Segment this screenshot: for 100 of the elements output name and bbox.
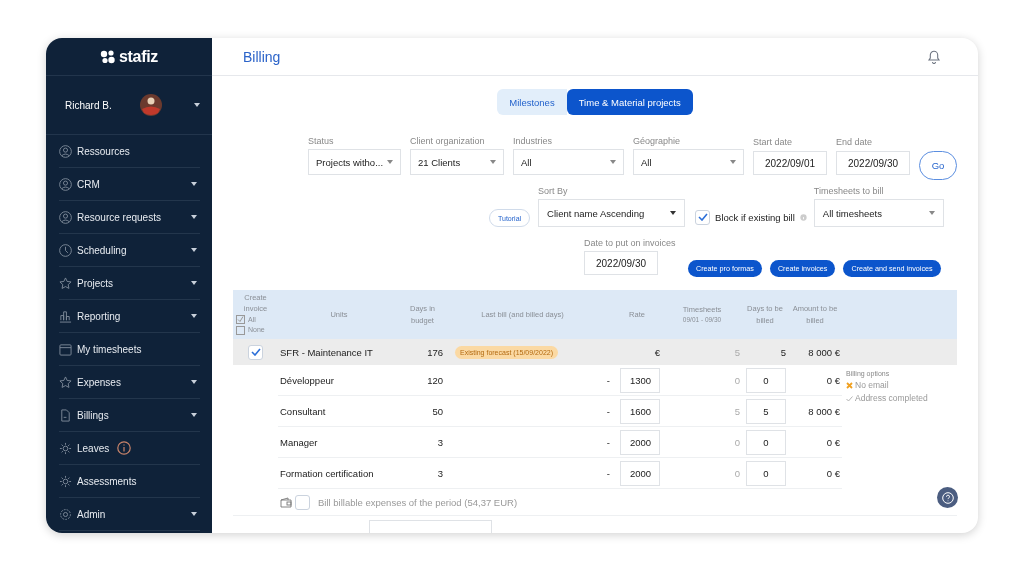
doc-icon	[59, 408, 72, 422]
rate-field[interactable]: 1600	[620, 398, 660, 424]
table-cell: 5	[662, 396, 742, 427]
dropdown[interactable]: Projects witho...	[308, 149, 401, 175]
nav-item[interactable]: Ressources	[59, 135, 200, 168]
select-none-icon[interactable]	[236, 325, 245, 335]
field-label: Industries	[513, 136, 554, 146]
nav-item[interactable]: Scheduling	[59, 234, 200, 267]
field-label: Date to put on invoices	[584, 238, 677, 248]
nav-label: Resource requests	[77, 211, 161, 223]
project-name: SFR - Maintenance IT	[279, 345, 374, 360]
checkbox[interactable]	[695, 209, 711, 225]
field-label: Timesheets to bill	[813, 186, 885, 196]
brand-name: stafiz	[118, 47, 159, 66]
table-cell: -	[600, 458, 612, 489]
caret-icon	[191, 512, 197, 516]
table-cell: Manager	[278, 427, 400, 458]
days-field[interactable]: 0	[746, 367, 786, 393]
nav-item[interactable]: Admin	[59, 498, 200, 531]
nav-item[interactable]: Leaves	[59, 432, 200, 465]
checkbox-label: Block if existing bill	[715, 211, 795, 223]
table-cell: 0 €	[788, 458, 842, 489]
date-field[interactable]: 2022/09/01	[753, 151, 827, 175]
caret-icon	[730, 160, 736, 164]
nav-label: Expenses	[77, 376, 121, 388]
nav-item[interactable]: Projects	[59, 267, 200, 300]
clock-icon	[59, 243, 72, 257]
info-icon	[799, 213, 807, 221]
nav-item[interactable]: Billings	[59, 399, 200, 432]
table-cell-text: €	[653, 345, 661, 360]
caret-icon	[191, 182, 197, 186]
caret-icon	[191, 314, 197, 318]
select-all-icon[interactable]	[236, 315, 245, 325]
user-menu[interactable]: Richard B.	[46, 76, 212, 135]
nav-label: Assessments	[77, 475, 137, 487]
caret-icon	[191, 380, 197, 384]
dropdown[interactable]: All	[513, 149, 624, 175]
bell-icon[interactable]	[927, 49, 941, 64]
dropdown[interactable]: Client name Ascending	[538, 199, 686, 227]
nav-label: Admin	[77, 508, 106, 520]
table-cell: -	[600, 396, 612, 427]
field-label: End date	[836, 137, 874, 147]
checkbox[interactable]	[295, 494, 310, 510]
field-label: Client organization	[410, 136, 486, 146]
calendar-icon	[59, 342, 72, 356]
days-field[interactable]: 0	[746, 460, 786, 486]
table-cell-text: 8 000 €	[807, 345, 841, 360]
option-label: Address completed	[855, 392, 928, 405]
nav-item[interactable]: Assessments	[59, 465, 200, 498]
nav-label: Projects	[77, 277, 114, 289]
table-cell: Développeur	[278, 365, 400, 396]
go-button[interactable]: Go	[919, 151, 957, 180]
nav-item[interactable]: Expenses	[59, 366, 200, 399]
table-cell-text: 5	[733, 345, 741, 360]
info-icon	[117, 441, 132, 455]
table-cell: 0 €	[788, 365, 842, 396]
date-field[interactable]: 2022/09/30	[584, 251, 658, 275]
table-cell: 0	[662, 365, 742, 396]
dropdown[interactable]: All	[633, 149, 744, 175]
user-name: Richard B.	[65, 99, 113, 111]
nav-item[interactable]: My timesheets	[59, 333, 200, 366]
days-field[interactable]: 0	[746, 429, 786, 455]
checkbox-label: Bill billable expenses of the period (54,37 EUR)	[318, 496, 518, 508]
table-cell: Formation certification	[278, 458, 400, 489]
caret-icon	[194, 103, 200, 107]
field-label: Start date	[753, 137, 794, 147]
nav-item[interactable]: Reporting	[59, 300, 200, 333]
nav-label: CRM	[77, 178, 100, 190]
days-field[interactable]: 5	[746, 398, 786, 424]
sun-icon	[59, 441, 72, 455]
dropdown[interactable]: 21 Clients	[410, 149, 504, 175]
checkbox[interactable]	[248, 344, 263, 360]
caret-icon	[610, 160, 616, 164]
table-cell: 0 €	[788, 427, 842, 458]
nav-item[interactable]: CRM	[59, 168, 200, 201]
field-label: Status	[308, 136, 335, 146]
nav-item[interactable]: Resource requests	[59, 201, 200, 234]
table-cell: 120	[400, 365, 445, 396]
settings-icon	[59, 507, 72, 521]
tab[interactable]: Milestones	[497, 89, 567, 115]
caret-icon	[490, 160, 496, 164]
help-button[interactable]	[937, 487, 958, 508]
caret-icon	[191, 215, 197, 219]
table-cell: 50	[400, 396, 445, 427]
rate-field[interactable]: 1300	[620, 367, 660, 393]
star-icon	[59, 276, 72, 290]
rate-field[interactable]: 2000	[620, 460, 660, 486]
avatar	[140, 94, 162, 116]
table-cell: 0	[662, 427, 742, 458]
tab[interactable]: Time & Material projects	[566, 89, 693, 115]
caret-icon	[191, 281, 197, 285]
dropdown[interactable]: All timesheets	[813, 199, 944, 227]
rate-field[interactable]: 2000	[620, 429, 660, 455]
wallet-icon	[280, 496, 292, 508]
caret-icon	[670, 211, 677, 215]
table-cell: -	[600, 427, 612, 458]
table-cell: -	[600, 365, 612, 396]
date-field[interactable]: 2022/09/30	[836, 151, 910, 175]
table-cell: 0	[662, 458, 742, 489]
nav-label: Ressources	[77, 145, 130, 157]
